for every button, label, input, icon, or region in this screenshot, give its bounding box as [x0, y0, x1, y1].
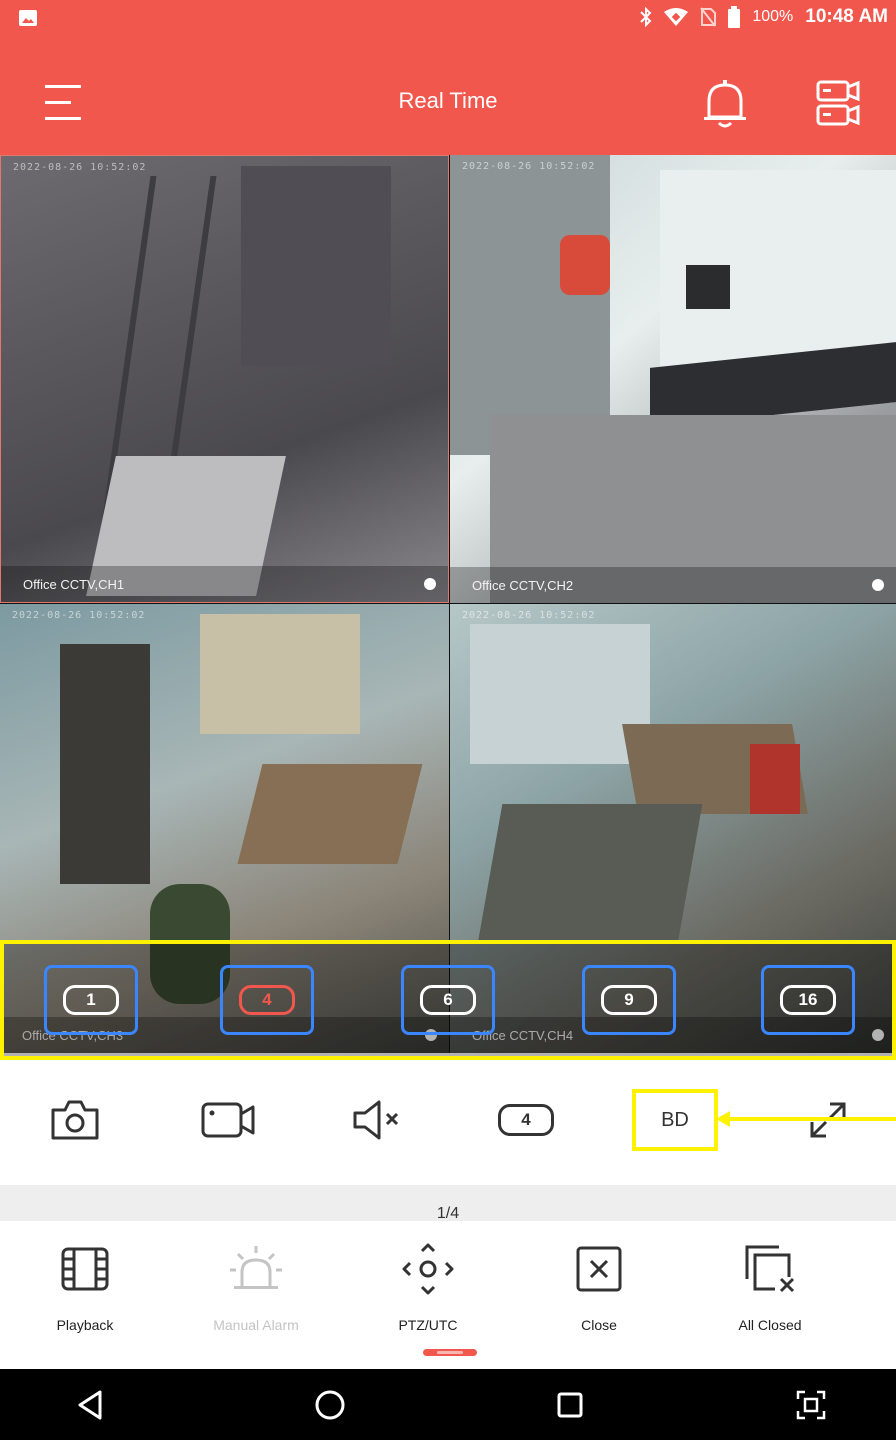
close-action[interactable]: Close	[539, 1239, 659, 1349]
screen-capture-icon	[796, 1390, 826, 1420]
video-tile-ch1[interactable]: 2022-08-26 10:52:02 Office CCTV,CH1	[0, 155, 449, 603]
split-16-button[interactable]: 16	[761, 965, 855, 1035]
video-timestamp: 2022-08-26 10:52:02	[12, 610, 146, 621]
channel-label: Office CCTV,CH1	[23, 577, 125, 592]
close-box-icon	[576, 1246, 622, 1292]
app-bar: 100% 10:48 AM Real Time	[0, 0, 896, 155]
action-label: PTZ/UTC	[398, 1317, 458, 1333]
ptz-icon	[402, 1243, 454, 1295]
split-layout-selector: 1 4 6 9 16	[0, 940, 896, 1060]
drawer-handle[interactable]	[423, 1349, 477, 1356]
status-dot	[872, 579, 884, 591]
split-label: 6	[420, 985, 476, 1015]
scene-car	[560, 235, 610, 295]
split-label: 9	[601, 985, 657, 1015]
video-record-icon	[201, 1102, 255, 1138]
action-label: Close	[581, 1317, 617, 1333]
split-mode-button[interactable]: 4	[496, 1096, 556, 1144]
video-caption: Office CCTV,CH1	[1, 566, 448, 602]
annotation-arrow-head	[716, 1111, 730, 1127]
split-6-button[interactable]: 6	[401, 965, 495, 1035]
screen-capture-button[interactable]	[793, 1387, 829, 1423]
wifi-icon	[664, 8, 689, 26]
video-timestamp: 2022-08-26 10:52:02	[13, 162, 147, 173]
split-mode-label: 4	[498, 1104, 554, 1136]
status-dot	[424, 578, 436, 590]
scene-tv	[686, 265, 730, 309]
video-timestamp: 2022-08-26 10:52:02	[462, 610, 596, 621]
battery-icon	[728, 6, 741, 28]
system-indicators: 100% 10:48 AM	[640, 6, 888, 28]
bell-icon	[704, 80, 746, 128]
video-timestamp: 2022-08-26 10:52:02	[462, 161, 596, 172]
home-button[interactable]	[312, 1387, 348, 1423]
clock: 10:48 AM	[805, 6, 888, 27]
live-toolbar: 4	[0, 1060, 896, 1185]
video-tile-ch2[interactable]: 2022-08-26 10:52:02 Office CCTV,CH2	[450, 155, 896, 603]
scene-window	[450, 155, 610, 455]
stream-quality-button[interactable]: BD	[632, 1089, 718, 1151]
scene-counter	[477, 804, 703, 944]
recents-icon	[557, 1392, 583, 1418]
ptz-action[interactable]: PTZ/UTC	[368, 1239, 488, 1349]
home-icon	[315, 1390, 345, 1420]
recents-button[interactable]	[552, 1387, 588, 1423]
scene-desk	[237, 764, 423, 864]
bluetooth-icon	[640, 7, 652, 27]
scene-window	[470, 624, 650, 764]
back-icon	[78, 1390, 102, 1420]
speaker-muted-icon	[353, 1100, 399, 1140]
playback-action[interactable]: Playback	[25, 1239, 145, 1349]
scene-shelf	[60, 644, 150, 884]
camera-icon	[51, 1100, 99, 1140]
real-time-screen: 100% 10:48 AM Real Time 2022-08-26 10:52…	[0, 0, 896, 1440]
battery-percent: 100%	[752, 8, 794, 25]
snapshot-button[interactable]	[45, 1096, 105, 1144]
split-1-button[interactable]: 1	[44, 965, 138, 1035]
action-label: Playback	[56, 1317, 114, 1333]
annotation-arrow	[728, 1117, 896, 1121]
scene-wall	[241, 166, 391, 366]
split-9-button[interactable]: 9	[582, 965, 676, 1035]
status-bar: 100% 10:48 AM	[0, 0, 896, 36]
channel-label: Office CCTV,CH2	[472, 578, 574, 593]
alarm-button[interactable]	[698, 76, 752, 130]
manual-alarm-action[interactable]: Manual Alarm	[196, 1239, 316, 1349]
alarm-light-icon	[230, 1246, 282, 1289]
video-caption: Office CCTV,CH2	[450, 567, 896, 603]
action-label: Manual Alarm	[213, 1317, 299, 1333]
all-closed-action[interactable]: All Closed	[710, 1239, 830, 1349]
device-list-button[interactable]	[810, 76, 864, 130]
actions-panel: Playback Manual Alarm PTZ/UTC Close All …	[0, 1221, 896, 1369]
device-list-icon	[816, 80, 860, 126]
split-label: 1	[63, 985, 119, 1015]
action-label: All Closed	[738, 1317, 802, 1333]
split-label: 4	[239, 985, 295, 1015]
close-all-icon	[745, 1245, 795, 1293]
gallery-icon	[19, 10, 37, 26]
page-title: Real Time	[398, 88, 498, 113]
system-nav-bar	[0, 1369, 896, 1440]
video-grid: 2022-08-26 10:52:02 Office CCTV,CH1 2022…	[0, 155, 896, 1053]
back-button[interactable]	[72, 1387, 108, 1423]
film-icon	[61, 1247, 109, 1291]
record-button[interactable]	[198, 1096, 258, 1144]
scene-cabinet	[200, 614, 360, 734]
scene-rack	[750, 744, 800, 814]
split-label: 16	[780, 985, 836, 1015]
mute-button[interactable]	[348, 1096, 408, 1144]
split-4-button[interactable]: 4	[220, 965, 314, 1035]
no-sim-icon	[700, 7, 717, 27]
